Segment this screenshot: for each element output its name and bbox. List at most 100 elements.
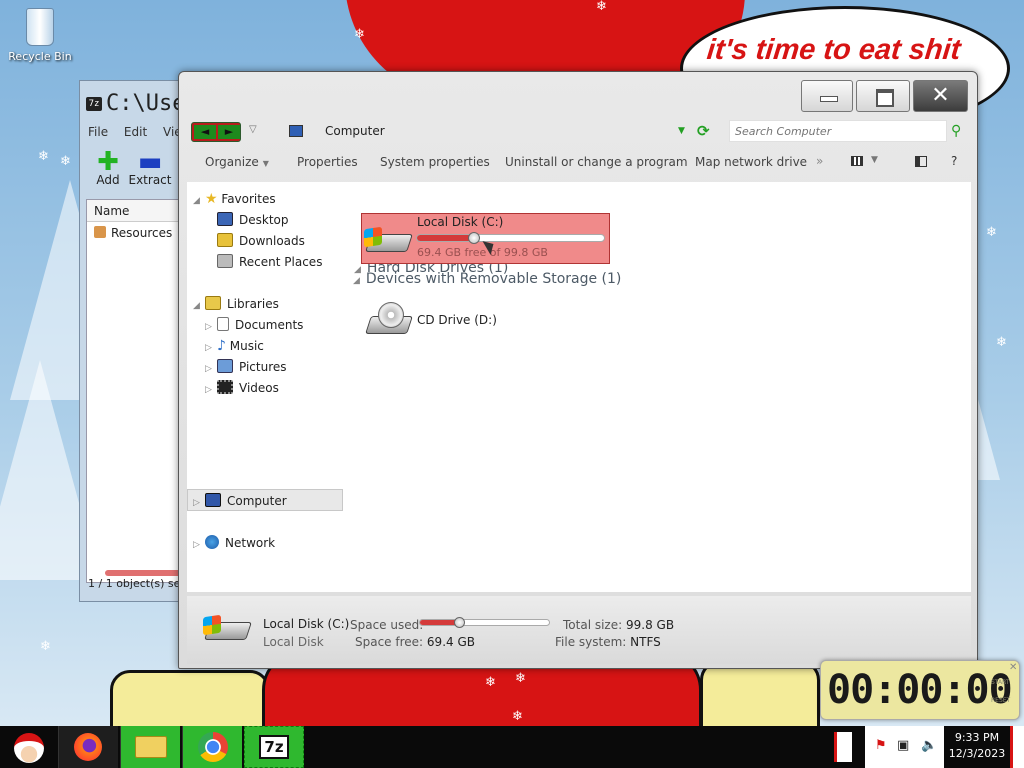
sevenzip-icon: 7z xyxy=(259,735,289,759)
close-icon: ✕ xyxy=(931,83,950,108)
nav-favorites[interactable]: ◢ ★ Favorites xyxy=(193,191,276,207)
local-disk-usage-fill xyxy=(417,235,475,241)
space-free-label: Space free: xyxy=(355,635,424,649)
nav-computer-label: Computer xyxy=(227,494,287,508)
sevenzip-title-text: C:\Use xyxy=(106,91,186,116)
start-button[interactable] xyxy=(4,727,54,767)
nav-desktop-label: Desktop xyxy=(239,213,289,227)
search-input[interactable] xyxy=(730,121,946,141)
libraries-icon xyxy=(205,296,221,310)
space-free-value: 69.4 GB xyxy=(426,635,475,649)
nav-videos-label: Videos xyxy=(239,381,279,395)
back-arrow-icon[interactable]: ◄ xyxy=(194,125,216,139)
search-box[interactable] xyxy=(729,120,947,142)
stopwatch-gadget[interactable]: 00:00:00 ✕ START RESET xyxy=(820,660,1020,720)
uninstall-program-button[interactable]: Uninstall or change a program xyxy=(505,155,688,169)
taskbar-clock[interactable]: 9:33 PM 12/3/2023 xyxy=(946,730,1008,762)
details-space-free: Space free: 69.4 GB xyxy=(355,635,475,649)
collapse-arrow-icon[interactable]: ▷ xyxy=(205,364,217,374)
search-icon[interactable]: ⚲ xyxy=(951,123,961,139)
nav-libraries[interactable]: ◢ Libraries xyxy=(193,296,279,311)
menu-edit[interactable]: Edit xyxy=(124,125,147,139)
organize-button[interactable]: Organize ▼ xyxy=(205,155,269,169)
local-disk-name: Local Disk (C:) xyxy=(417,215,504,229)
recycle-bin-icon xyxy=(26,8,54,46)
music-note-icon: ♪ xyxy=(217,338,226,354)
nav-downloads[interactable]: Downloads xyxy=(217,233,305,248)
command-bar: Organize ▼ Properties System properties U… xyxy=(189,152,969,174)
stopwatch-reset-button[interactable]: RESET xyxy=(991,697,1010,704)
preview-pane-icon[interactable] xyxy=(915,156,927,167)
explorer-window[interactable]: ✕ ◄ ► ▽ Computer ▼ ⟳ ⚲ Organize▼ Propert… xyxy=(178,71,978,669)
group-header-removable-label: Devices with Removable Storage (1) xyxy=(365,271,622,287)
taskbar-explorer[interactable] xyxy=(120,726,180,768)
star-icon: ★ xyxy=(205,191,218,207)
volume-icon[interactable]: 🔈 xyxy=(921,738,937,753)
taskbar-7zip[interactable]: 7z xyxy=(244,726,304,768)
recent-pages-dropdown[interactable]: ▽ xyxy=(249,124,257,135)
address-bar[interactable]: Computer xyxy=(325,124,385,138)
folder-icon xyxy=(94,226,106,238)
nav-music-label: Music xyxy=(229,339,264,353)
system-properties-button[interactable]: System properties xyxy=(380,155,490,169)
address-dropdown-icon[interactable]: ▼ xyxy=(678,126,685,136)
maximize-button[interactable] xyxy=(856,80,910,112)
nav-computer[interactable]: ▷ Computer xyxy=(193,493,287,508)
snowflake-icon: ❄ xyxy=(38,149,49,164)
change-view-icon[interactable] xyxy=(851,156,863,166)
collapse-arrow-icon[interactable]: ▷ xyxy=(205,385,217,395)
collapse-arrow-icon[interactable]: ▷ xyxy=(205,322,217,332)
documents-icon xyxy=(217,317,229,331)
network-icon xyxy=(205,535,219,549)
stopwatch-start-button[interactable]: START xyxy=(991,679,1010,686)
cd-drive-tile[interactable] xyxy=(364,302,413,336)
collapse-arrow-icon[interactable]: ▷ xyxy=(205,343,217,353)
cd-drive-name[interactable]: CD Drive (D:) xyxy=(417,313,497,327)
list-item-label: Resources xyxy=(111,226,173,240)
character-arm-decoration xyxy=(700,660,820,726)
add-button[interactable]: ✚ Add xyxy=(84,149,132,187)
total-size-label: Total size: xyxy=(563,618,623,632)
expand-arrow-icon[interactable]: ◢ xyxy=(193,301,205,311)
collapse-arrow-icon[interactable]: ▷ xyxy=(193,498,205,508)
taskbar-firefox[interactable] xyxy=(58,726,118,768)
nav-downloads-label: Downloads xyxy=(239,234,305,248)
group-header-removable[interactable]: ◢ Devices with Removable Storage (1) xyxy=(353,271,621,287)
more-commands-button[interactable]: » xyxy=(816,154,823,168)
gadget-close-icon[interactable]: ✕ xyxy=(1009,662,1017,673)
nav-network[interactable]: ▷ Network xyxy=(193,535,275,550)
collapse-arrow-icon[interactable]: ▷ xyxy=(193,540,205,550)
properties-button[interactable]: Properties xyxy=(297,155,358,169)
nav-videos[interactable]: ▷ Videos xyxy=(205,380,279,395)
minimize-button[interactable] xyxy=(801,80,853,112)
expand-arrow-icon[interactable]: ◢ xyxy=(193,196,205,206)
nav-recent-places[interactable]: Recent Places xyxy=(217,254,322,269)
show-desktop-button[interactable] xyxy=(1010,726,1024,768)
nav-pictures[interactable]: ▷ Pictures xyxy=(205,359,287,374)
navigation-pane: ◢ ★ Favorites Desktop Downloads Recent Pl… xyxy=(187,182,347,592)
tray-overflow-button[interactable] xyxy=(834,732,852,762)
extract-button[interactable]: ▬ Extract xyxy=(126,149,174,187)
nav-documents[interactable]: ▷ Documents xyxy=(205,317,303,332)
usage-bar-knob xyxy=(467,232,480,244)
menu-file[interactable]: File xyxy=(88,125,108,139)
details-file-system: File system: NTFS xyxy=(555,635,661,649)
recycle-bin-shortcut[interactable]: Recycle Bin xyxy=(6,8,74,63)
local-disk-icon xyxy=(364,224,413,258)
action-center-flag-icon[interactable]: ⚑ xyxy=(875,738,887,753)
notification-area: ⚑ ▣ 🔈 xyxy=(865,726,944,768)
view-options-dropdown[interactable]: ▼ xyxy=(871,155,878,165)
close-button[interactable]: ✕ xyxy=(913,80,968,112)
map-network-drive-button[interactable]: Map network drive xyxy=(695,155,807,169)
taskbar-chrome[interactable] xyxy=(182,726,242,768)
nav-libraries-label: Libraries xyxy=(227,297,279,311)
forward-arrow-icon[interactable]: ► xyxy=(218,125,240,139)
refresh-icon[interactable]: ⟳ xyxy=(697,122,710,140)
nav-music[interactable]: ▷ ♪ Music xyxy=(205,338,264,354)
add-label: Add xyxy=(96,173,120,187)
nav-desktop[interactable]: Desktop xyxy=(217,212,289,227)
sevenzip-app-icon: 7z xyxy=(86,97,102,111)
network-tray-icon[interactable]: ▣ xyxy=(897,738,909,753)
help-button[interactable]: ? xyxy=(951,154,957,168)
nav-documents-label: Documents xyxy=(235,318,304,332)
